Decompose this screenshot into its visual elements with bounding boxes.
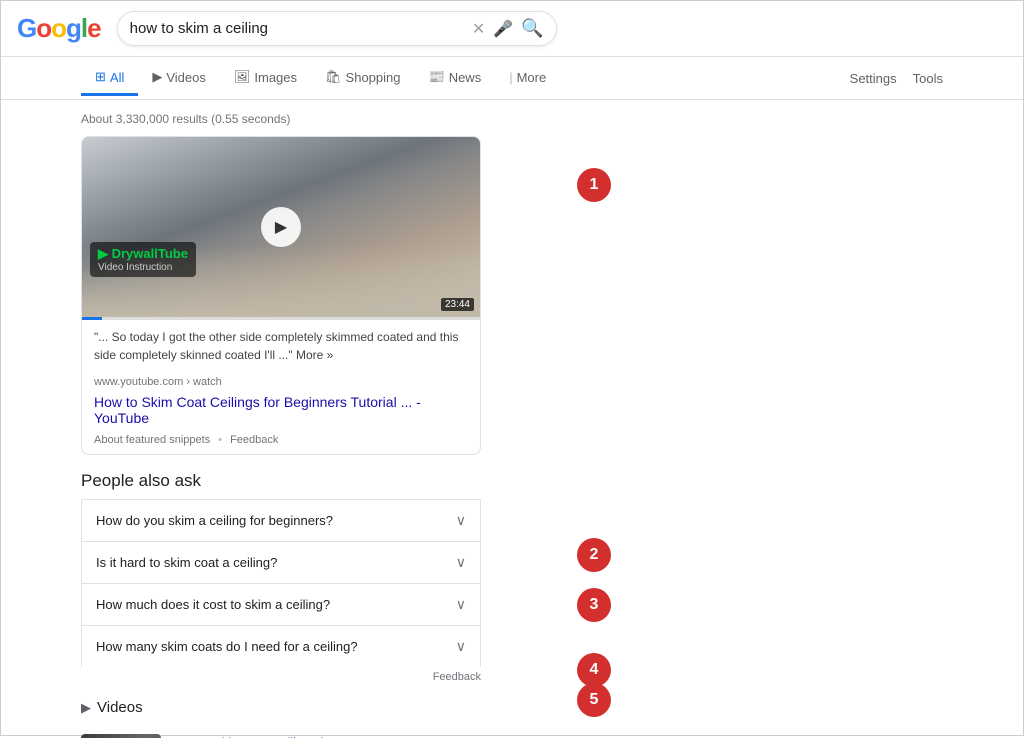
- shopping-icon: 🛍: [325, 69, 342, 85]
- tab-more-label: More: [517, 70, 547, 85]
- video-duration: 23:44: [441, 298, 474, 311]
- video-info-1: How to skim coat ceilings in "1 HOUR" Yo…: [171, 734, 481, 738]
- videos-section-header: ▶ Videos: [81, 699, 481, 716]
- images-icon: 🖼: [234, 69, 251, 85]
- microphone-icon[interactable]: 🎤: [493, 19, 513, 39]
- chevron-down-icon: ∨: [456, 512, 466, 529]
- all-icon: ⊞: [95, 69, 106, 85]
- video-list-item-1: ▶ 10:19 How to skim coat ceilings in "1 …: [81, 726, 481, 738]
- search-input[interactable]: [130, 20, 464, 37]
- snippet-feedback-link[interactable]: Feedback: [230, 434, 278, 446]
- right-column: 1 2 3 4 5: [517, 108, 943, 730]
- tab-more[interactable]: | More: [495, 62, 560, 96]
- paa-feedback[interactable]: Feedback: [81, 671, 481, 683]
- tab-images[interactable]: 🖼 Images: [220, 61, 311, 96]
- tab-news-label: News: [449, 70, 482, 85]
- brand-sub: Video Instruction: [98, 262, 188, 273]
- paa-item-3[interactable]: How much does it cost to skim a ceiling?…: [81, 583, 481, 625]
- tab-all[interactable]: ⊞ All: [81, 61, 138, 96]
- videos-section: ▶ Videos ▶ 10:19 How to skim coat ceilin…: [81, 699, 481, 738]
- annotation-badge-2: 2: [577, 538, 611, 572]
- paa-question-3: How much does it cost to skim a ceiling?: [96, 597, 330, 612]
- paa-title: People also ask: [81, 471, 481, 491]
- search-icon[interactable]: 🔍: [521, 18, 543, 39]
- chevron-down-icon: ∨: [456, 638, 466, 655]
- tab-images-label: Images: [254, 70, 297, 85]
- tools-link[interactable]: Tools: [913, 71, 943, 86]
- snippet-quote: "... So today I got the other side compl…: [82, 320, 480, 372]
- tab-shopping[interactable]: 🛍 Shopping: [311, 61, 414, 96]
- clear-icon[interactable]: ✕: [472, 19, 485, 39]
- header: Google ✕ 🎤 🔍: [1, 1, 1023, 57]
- paa-question-2: Is it hard to skim coat a ceiling?: [96, 555, 277, 570]
- paa-item-4[interactable]: How many skim coats do I need for a ceil…: [81, 625, 481, 667]
- video-title-1[interactable]: How to skim coat ceilings in "1 HOUR": [171, 734, 481, 738]
- chevron-down-icon: ∨: [456, 596, 466, 613]
- paa-item-2[interactable]: Is it hard to skim coat a ceiling? ∨: [81, 541, 481, 583]
- tab-videos-label: Videos: [166, 70, 206, 85]
- about-featured-snippets-link[interactable]: About featured snippets: [94, 434, 210, 446]
- videos-icon: ▶: [152, 69, 162, 85]
- settings-link[interactable]: Settings: [850, 71, 897, 86]
- main-content: About 3,330,000 results (0.55 seconds) ▶…: [1, 100, 1023, 738]
- tab-shopping-label: Shopping: [346, 70, 401, 85]
- brand-overlay: ▶ DrywallTube Video Instruction: [90, 242, 196, 277]
- snippet-source: www.youtube.com › watch: [82, 372, 480, 394]
- tab-news[interactable]: 📰 News: [415, 61, 496, 96]
- paa-question-4: How many skim coats do I need for a ceil…: [96, 639, 358, 654]
- results-column: About 3,330,000 results (0.55 seconds) ▶…: [81, 108, 501, 730]
- nav-right: Settings Tools: [850, 71, 943, 86]
- snippet-title-link[interactable]: How to Skim Coat Ceilings for Beginners …: [82, 394, 480, 430]
- annotation-badge-5: 5: [577, 683, 611, 717]
- video-thumb-1[interactable]: ▶ 10:19: [81, 734, 161, 738]
- annotation-badge-1: 1: [577, 168, 611, 202]
- paa-item-1[interactable]: How do you skim a ceiling for beginners?…: [81, 499, 481, 541]
- video-section-icon: ▶: [81, 700, 91, 716]
- people-also-ask: People also ask How do you skim a ceilin…: [81, 471, 481, 683]
- tab-all-label: All: [110, 70, 124, 85]
- nav-tabs: ⊞ All ▶ Videos 🖼 Images 🛍 Shopping 📰 New…: [1, 57, 1023, 100]
- chevron-down-icon: ∨: [456, 554, 466, 571]
- play-button[interactable]: ▶: [261, 207, 301, 247]
- search-icons: ✕ 🎤 🔍: [472, 18, 544, 39]
- annotation-badge-4: 4: [577, 653, 611, 687]
- snippet-meta: About featured snippets • Feedback: [82, 430, 480, 454]
- featured-snippet: ▶ DrywallTube Video Instruction ▶ 23:44 …: [81, 136, 481, 455]
- tab-videos[interactable]: ▶ Videos: [138, 61, 220, 96]
- google-logo: Google: [17, 13, 101, 44]
- brand-logo: ▶ DrywallTube: [98, 246, 188, 262]
- annotation-badge-3: 3: [577, 588, 611, 622]
- videos-title: Videos: [97, 699, 143, 716]
- news-icon: 📰: [429, 69, 445, 85]
- search-bar: ✕ 🎤 🔍: [117, 11, 557, 46]
- featured-video-thumbnail[interactable]: ▶ DrywallTube Video Instruction ▶ 23:44: [82, 137, 480, 317]
- results-count: About 3,330,000 results (0.55 seconds): [81, 108, 501, 136]
- paa-question-1: How do you skim a ceiling for beginners?: [96, 513, 333, 528]
